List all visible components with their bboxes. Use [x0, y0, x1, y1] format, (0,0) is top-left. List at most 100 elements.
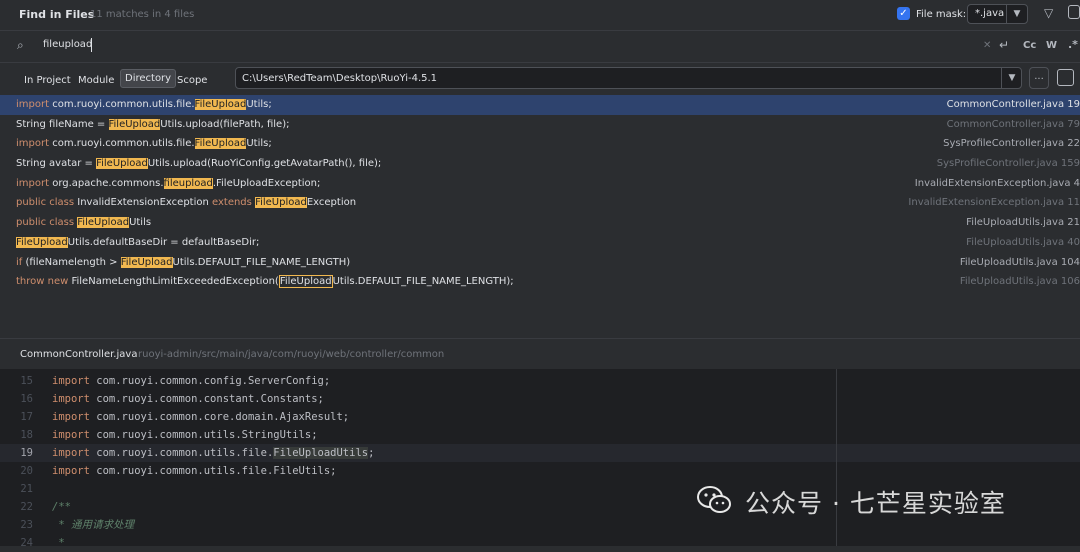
scope-tab-directory[interactable]: Directory	[120, 69, 177, 88]
code-text: import com.ruoyi.common.core.domain.Ajax…	[52, 408, 349, 426]
result-text-after: .FileUploadException;	[212, 177, 321, 189]
code-text: com.ruoyi.common.core.domain.AjaxResult;	[89, 411, 350, 423]
results-list: import com.ruoyi.common.utils.file. FileU…	[0, 95, 1080, 292]
result-match: FileUpload	[120, 256, 173, 268]
code-text: com.ruoyi.common.utils.file.FileUtils;	[89, 465, 337, 477]
result-text: String avatar = FileUploadUtils.upload(R…	[16, 154, 381, 174]
code-text: com.ruoyi.common.utils.file.	[89, 447, 274, 459]
result-keyword: public class	[16, 197, 75, 209]
search-input[interactable]: fileupload	[43, 39, 92, 50]
code-text: * 通用请求处理	[52, 516, 134, 534]
result-row[interactable]: String fileName = FileUploadUtils.upload…	[0, 115, 1080, 135]
recursive-toggle-icon[interactable]	[1057, 69, 1074, 86]
result-text: public class InvalidExtensionException e…	[16, 193, 356, 213]
line-number: 20	[20, 465, 33, 477]
result-keyword: public class	[16, 217, 75, 229]
code-text: com.ruoyi.common.constant.Constants;	[89, 393, 324, 405]
search-icon[interactable]: ⌕	[17, 38, 24, 53]
result-file-location: FileUploadUtils.java 104	[959, 256, 1080, 268]
code-line: 24 *	[0, 534, 1080, 552]
code-line: 16 import com.ruoyi.common.constant.Const…	[0, 390, 1080, 408]
scope-tab-module[interactable]: Module	[74, 72, 118, 89]
result-text: import com.ruoyi.common.utils.file.FileU…	[16, 134, 272, 154]
search-row	[0, 31, 1080, 62]
pin-icon[interactable]	[1068, 5, 1080, 19]
match-count: 11 matches in 4 files	[90, 9, 195, 20]
result-match: FileUpload	[108, 118, 161, 130]
result-text: if (fileNamelength > FileUploadUtils.DEF…	[16, 253, 350, 273]
scope-tab-in-project[interactable]: In Project	[20, 72, 75, 89]
divider	[0, 62, 1080, 63]
result-text-before: org.apache.commons.	[49, 177, 164, 189]
result-text-before: FileNameLengthLimitExceededException(	[68, 276, 279, 288]
code-line: 15 import com.ruoyi.common.config.ServerC…	[0, 372, 1080, 390]
code-text: ;	[368, 447, 375, 459]
scope-tab-scope[interactable]: Scope	[173, 72, 211, 89]
line-number: 18	[20, 429, 33, 441]
result-text-before: com.ruoyi.common.utils.file.	[49, 99, 195, 110]
result-text-before: com.ruoyi.common.utils.file.	[49, 138, 195, 150]
new-line-icon[interactable]: ↵	[999, 38, 1009, 52]
chevron-down-icon[interactable]: ▼	[1006, 5, 1027, 23]
result-row[interactable]: throw new FileNameLengthLimitExceededExc…	[0, 272, 1080, 292]
file-mask-label: File mask:	[916, 9, 967, 20]
code-comment: /**	[52, 501, 71, 513]
regex-icon[interactable]: .*	[1068, 38, 1078, 51]
line-number: 16	[20, 393, 33, 405]
filter-icon[interactable]: ▽	[1044, 6, 1053, 20]
result-file-location: FileUploadUtils.java 106	[959, 276, 1080, 288]
result-row[interactable]: public class FileUploadUtils FileUploadUt…	[0, 213, 1080, 233]
code-line: 19 import com.ruoyi.common.utils.file.Fil…	[0, 444, 1080, 462]
line-number: 24	[20, 537, 33, 549]
line-number: 17	[20, 411, 33, 423]
result-row[interactable]: FileUploadUtils.defaultBaseDir = default…	[0, 233, 1080, 253]
result-file-location: SysProfileController.java 159	[936, 158, 1080, 170]
result-row[interactable]: import com.ruoyi.common.utils.file.FileU…	[0, 134, 1080, 154]
result-file-location: CommonController.java 79	[946, 118, 1080, 130]
result-keyword: import	[16, 99, 50, 110]
result-keyword: import	[16, 138, 50, 150]
directory-path: C:\Users\RedTeam\Desktop\RuoYi-4.5.1	[242, 73, 438, 84]
result-row[interactable]: public class InvalidExtensionException e…	[0, 193, 1080, 213]
match-case-icon[interactable]: Cc	[1023, 40, 1036, 51]
line-number: 15	[20, 375, 33, 387]
line-number: 19	[20, 447, 33, 459]
code-keyword: import	[52, 411, 90, 423]
code-keyword: import	[52, 375, 90, 387]
result-row[interactable]: import org.apache.commons.fileupload.Fil…	[0, 174, 1080, 194]
result-text: import org.apache.commons.fileupload.Fil…	[16, 174, 320, 194]
code-comment: *	[52, 537, 65, 549]
result-match: FileUpload	[255, 197, 307, 209]
code-text: import com.ruoyi.common.utils.StringUtil…	[52, 426, 318, 444]
result-match: fileupload	[163, 177, 213, 189]
browse-button[interactable]: ...	[1029, 67, 1049, 89]
code-keyword: import	[52, 447, 90, 459]
result-text-after: Utils.upload(filePath, file);	[160, 118, 290, 130]
code-text: import com.ruoyi.common.utils.file.FileU…	[52, 444, 374, 462]
result-match: FileUpload	[96, 158, 148, 170]
result-keyword: throw new	[16, 276, 69, 288]
code-text: com.ruoyi.common.config.ServerConfig;	[89, 375, 331, 387]
code-text: import com.ruoyi.common.config.ServerCon…	[52, 372, 330, 390]
result-keyword: import	[16, 177, 50, 189]
result-text: public class FileUploadUtils	[16, 213, 151, 233]
result-match: FileUpload	[278, 275, 333, 289]
chevron-down-icon[interactable]: ▼	[1001, 68, 1022, 88]
result-text-before: InvalidExtensionException	[74, 197, 212, 209]
result-file-location: InvalidExtensionException.java 4	[914, 177, 1080, 189]
clear-icon[interactable]: ✕	[983, 40, 991, 51]
result-row[interactable]: if (fileNamelength > FileUploadUtils.DEF…	[0, 253, 1080, 273]
result-file-location: InvalidExtensionException.java 11	[908, 197, 1080, 209]
result-text-after: Utils.defaultBaseDir = defaultBaseDir;	[67, 236, 260, 248]
code-comment: * 通用请求处理	[52, 519, 134, 531]
result-row[interactable]: import com.ruoyi.common.utils.file.FileU…	[0, 95, 1080, 115]
result-text-after: Utils	[129, 217, 152, 229]
result-row[interactable]: String avatar = FileUploadUtils.upload(R…	[0, 154, 1080, 174]
file-mask-checkbox[interactable]: ✓	[897, 7, 910, 20]
code-text: import com.ruoyi.common.constant.Constan…	[52, 390, 324, 408]
whole-words-icon[interactable]: W	[1046, 40, 1057, 51]
result-keyword: extends	[212, 197, 252, 209]
result-text: String fileName = FileUploadUtils.upload…	[16, 115, 289, 135]
result-text-after: Utils.DEFAULT_FILE_NAME_LENGTH)	[172, 256, 351, 268]
result-file-location: FileUploadUtils.java 21	[966, 217, 1080, 229]
